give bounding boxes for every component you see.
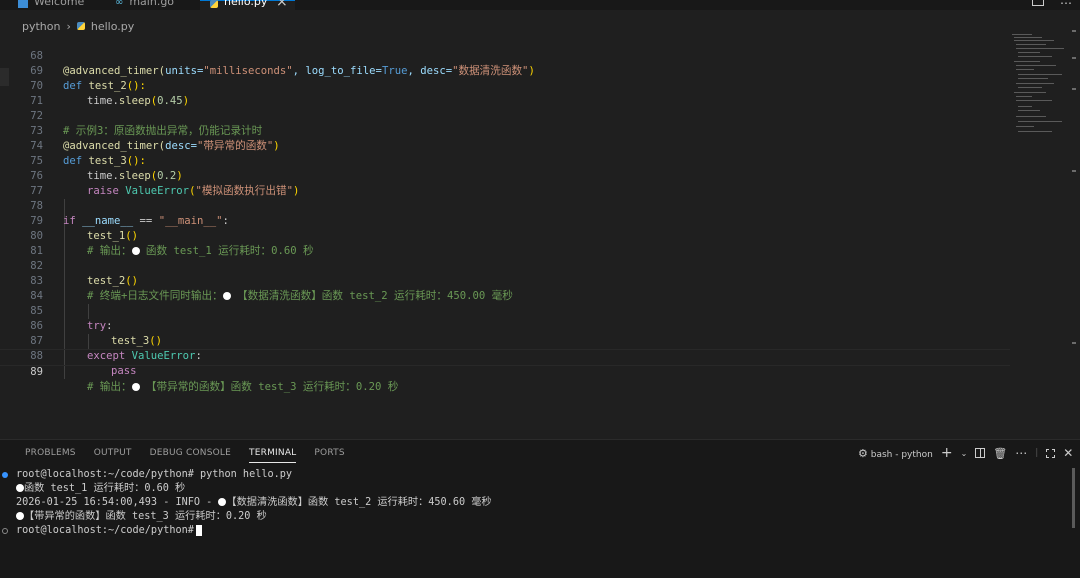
line-code: # 输出： 【带异常的函数】函数 test_3 运行耗时：0.20 秒: [87, 381, 399, 393]
tab-welcome[interactable]: Welcome: [18, 0, 84, 10]
terminal-line: 函数 test_1 运行耗时：0.60 秒: [16, 482, 492, 496]
code-line: 73 @advanced_timer(desc="带异常的函数"): [0, 109, 1010, 152]
code-line: 86 test_3(): [0, 304, 1010, 347]
breadcrumb-folder[interactable]: python: [22, 20, 60, 33]
code-line: 85 try:: [0, 289, 1010, 332]
overview-ruler-mark: [1072, 57, 1076, 59]
more-actions-icon[interactable]: ⋯: [1015, 446, 1027, 460]
code-line: 81: [0, 229, 1010, 257]
panel-actions: ⚙ bash - python + ⌄ 🗑 ⋯ | ✕: [858, 445, 1073, 461]
code-line-current: 89 # 输出： 【带异常的函数】函数 test_3 运行耗时：0.20 秒: [0, 349, 1010, 393]
command-success-icon: [2, 472, 8, 478]
editor-actions: ⋯: [1032, 0, 1072, 10]
chevron-right-icon: ›: [66, 19, 71, 33]
tab-main-go[interactable]: ∞ main.go: [115, 0, 174, 10]
breadcrumb: python › hello.py: [22, 18, 134, 34]
bottom-panel: PROBLEMS OUTPUT DEBUG CONSOLE TERMINAL P…: [0, 439, 1080, 578]
code-line: 71: [0, 79, 1010, 107]
code-line: 80 # 输出： 函数 test_1 运行耗时：0.60 秒: [0, 214, 1010, 257]
terminal-shell-icon: ⚙: [858, 446, 868, 460]
code-line: 69 def test_2():: [0, 49, 1010, 92]
panel-tabs: PROBLEMS OUTPUT DEBUG CONSOLE TERMINAL P…: [25, 448, 363, 463]
maximize-panel-icon[interactable]: [1046, 448, 1056, 458]
trash-icon[interactable]: 🗑: [993, 447, 1007, 460]
overview-ruler-mark: [1072, 30, 1076, 32]
python-file-icon: [210, 0, 218, 8]
chevron-down-icon[interactable]: ⌄: [961, 449, 968, 458]
terminal-line: 【带异常的函数】函数 test_3 运行耗时：0.20 秒: [16, 510, 492, 524]
code-line: 72 # 示例3：原函数抛出异常，仍能记录计时: [0, 94, 1010, 137]
tab-label: hello.py: [224, 0, 268, 8]
tab-problems[interactable]: PROBLEMS: [25, 448, 76, 463]
code-line: 87 except ValueError:: [0, 319, 1010, 362]
tab-ports[interactable]: PORTS: [314, 448, 344, 463]
editor-tab-bar: Welcome ∞ main.go hello.py × ⋯: [0, 0, 1080, 10]
code-line: 75 time.sleep(0.2): [0, 139, 1010, 182]
code-editor[interactable]: 68 @advanced_timer(units="milliseconds",…: [0, 34, 1010, 393]
terminal-scrollbar[interactable]: [1072, 468, 1075, 528]
overview-ruler-mark: [1072, 342, 1076, 344]
stopwatch-icon: [16, 484, 24, 492]
code-line: 70 time.sleep(0.45): [0, 64, 1010, 107]
separator: |: [1035, 448, 1039, 458]
command-pending-icon: [2, 528, 8, 534]
terminal-selector[interactable]: ⚙ bash - python: [858, 447, 933, 460]
python-file-icon: [76, 22, 85, 30]
code-line: 74 def test_3():: [0, 124, 1010, 167]
tab-label: main.go: [129, 0, 175, 8]
terminal-cursor: [195, 524, 202, 536]
terminal-output[interactable]: root@localhost:~/code/python# python hel…: [2, 468, 492, 538]
code-line: 79 test_1(): [0, 199, 1010, 242]
tab-terminal[interactable]: TERMINAL: [249, 448, 297, 463]
minimap[interactable]: [1008, 28, 1070, 138]
code-line: 68 @advanced_timer(units="milliseconds",…: [0, 34, 1010, 77]
code-line: 82 test_2(): [0, 244, 1010, 287]
code-line: 76 raise ValueError("模拟函数执行出错"): [0, 154, 1010, 197]
terminal-line: root@localhost:~/code/python# python hel…: [2, 468, 492, 482]
split-editor-icon[interactable]: [1032, 0, 1044, 6]
go-file-icon: ∞: [115, 0, 124, 8]
stopwatch-icon: [16, 512, 24, 520]
code-line: 88 pass: [0, 334, 1010, 377]
terminal-prompt: root@localhost:~/code/python#: [2, 524, 492, 538]
tab-output[interactable]: OUTPUT: [94, 448, 132, 463]
tab-label: Welcome: [34, 0, 85, 8]
more-actions-icon[interactable]: ⋯: [1060, 0, 1072, 10]
code-line: 84: [0, 274, 1010, 302]
stopwatch-icon: [131, 383, 140, 391]
code-line: 77: [0, 169, 1010, 197]
overview-ruler-mark: [1072, 170, 1076, 172]
terminal-shell-label: bash - python: [870, 449, 933, 460]
line-number: 89: [30, 366, 43, 378]
close-tab-icon[interactable]: ×: [276, 0, 288, 10]
new-terminal-icon[interactable]: +: [941, 445, 953, 461]
tab-debug-console[interactable]: DEBUG CONSOLE: [150, 448, 231, 463]
line-code: pass: [111, 365, 137, 377]
vscode-icon: [18, 0, 28, 8]
terminal-line: 2026-01-25 16:54:00,493 - INFO - 【数据清洗函数…: [16, 497, 492, 508]
code-line: 83 # 终端+日志文件同时输出： 【数据清洗函数】函数 test_2 运行耗时…: [0, 259, 1010, 302]
overview-ruler-mark: [1072, 88, 1076, 90]
breadcrumb-file[interactable]: hello.py: [91, 20, 134, 33]
split-terminal-icon[interactable]: [975, 448, 986, 458]
close-panel-icon[interactable]: ✕: [1063, 446, 1073, 460]
code-line: 78 if __name__ == "__main__":: [0, 184, 1010, 227]
